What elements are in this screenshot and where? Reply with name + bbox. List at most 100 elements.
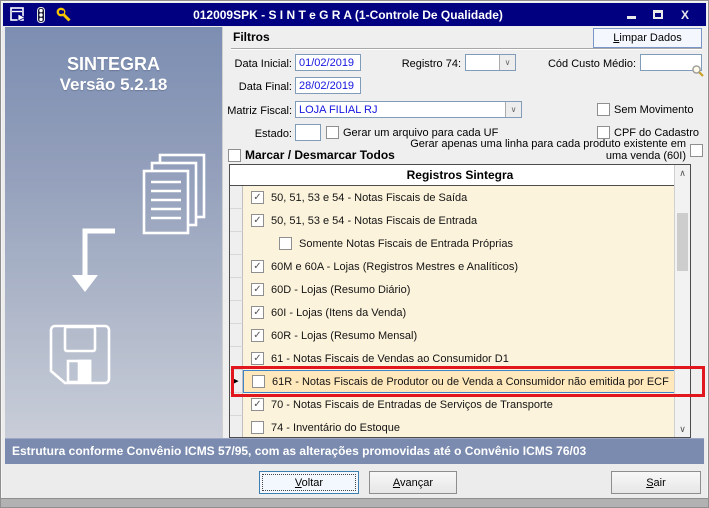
grid-header: Registros Sintegra [230,165,690,186]
vertical-scrollbar[interactable]: ∧ ∨ [674,165,690,437]
scrollbar-thumb[interactable] [677,213,688,271]
matriz-fiscal-select[interactable]: LOJA FILIAL RJ [295,101,522,118]
cod-custo-medio-label: Cód Custo Médio: [547,58,636,70]
sidebar-illustration [49,153,206,385]
registro-74-select[interactable] [465,54,516,71]
grid-row[interactable]: ✓ 61 - Notas Fiscais de Vendas ao Consumi… [230,347,690,370]
section-divider [231,48,702,50]
grid-row[interactable]: 74 - Inventário do Estoque [230,416,690,437]
grid-row[interactable]: ✓ 60M e 60A - Lojas (Registros Mestres e … [230,255,690,278]
window-title: 012009SPK - S I N T e G R A (1-Controle … [193,7,503,22]
linha-unica-60i-label: Gerar apenas uma linha para cada produto… [410,138,686,162]
matriz-fiscal-label: Matriz Fiscal: [227,105,292,117]
row-gutter [230,232,243,255]
down-arrow-icon [72,228,115,292]
grid-row[interactable]: Somente Notas Fiscais de Entrada Própria… [230,232,690,255]
scroll-up-icon[interactable]: ∧ [675,165,690,181]
grid-row[interactable]: ✓ 50, 51, 53 e 54 - Notas Fiscais de Entr… [230,209,690,232]
row-checkbox[interactable]: ✓ [251,398,264,411]
linha-unica-60i-checkbox[interactable]: Gerar apenas uma linha para cada produto… [402,138,703,163]
chevron-down-icon[interactable] [505,102,521,117]
sem-movimento-label: Sem Movimento [614,103,694,116]
filters-panel: Filtros Limpar Dados Data Inicial: Regis… [223,27,706,438]
marcar-desmarcar-todos-checkbox[interactable]: Marcar / Desmarcar Todos [228,148,395,162]
floppy-disk-icon [49,324,111,385]
minimize-icon [626,16,636,19]
row-checkbox[interactable] [279,237,292,250]
row-label: 61R - Notas Fiscais de Produtor ou de Ve… [272,375,669,388]
data-inicial-input[interactable] [295,54,361,71]
estado-input[interactable] [295,124,321,141]
title-bar-icons [3,6,72,23]
checkbox-box[interactable] [326,126,339,139]
grid-row[interactable]: ✓ 60D - Lojas (Resumo Diário) [230,278,690,301]
row-checkbox[interactable] [251,421,264,434]
grid-row[interactable]: ✓ 60R - Lojas (Resumo Mensal) [230,324,690,347]
wrench-icon[interactable] [56,7,72,23]
row-gutter [230,416,243,437]
grid-row[interactable]: ✓ 60I - Lojas (Itens da Venda) [230,301,690,324]
chevron-down-icon[interactable] [499,55,515,70]
row-gutter [230,393,243,416]
current-row-marker: ▶ [230,370,243,393]
row-gutter [230,324,243,347]
row-label: 74 - Inventário do Estoque [271,421,401,434]
row-checkbox[interactable]: ✓ [251,306,264,319]
data-final-input[interactable] [295,77,361,94]
sair-button[interactable]: Sair [611,471,701,494]
row-label: 61 - Notas Fiscais de Vendas ao Consumid… [271,352,509,365]
row-label: 60M e 60A - Lojas (Registros Mestres e A… [271,260,518,273]
row-gutter [230,209,243,232]
row-checkbox[interactable]: ✓ [251,352,264,365]
checkbox-box[interactable] [597,103,610,116]
status-bar: Estrutura conforme Convênio ICMS 57/95, … [5,438,704,464]
row-checkbox[interactable] [252,375,265,388]
row-label: 60D - Lojas (Resumo Diário) [271,283,411,296]
sem-movimento-checkbox[interactable]: Sem Movimento [597,103,693,116]
magnifier-icon[interactable] [691,64,704,77]
traffic-light-icon[interactable] [33,6,49,23]
row-label: 50, 51, 53 e 54 - Notas Fiscais de Entra… [271,214,478,227]
minimize-button[interactable] [624,8,638,22]
row-gutter [230,301,243,324]
close-button[interactable]: X [678,8,692,22]
maximize-button[interactable] [651,8,665,22]
row-checkbox[interactable]: ✓ [251,191,264,204]
maximize-icon [653,10,663,19]
gerar-arquivo-uf-label: Gerar um arquivo para cada UF [343,126,499,139]
row-gutter [230,278,243,301]
row-label: 60R - Lojas (Resumo Mensal) [271,329,418,342]
row-gutter [230,347,243,370]
limpar-dados-button[interactable]: Limpar Dados [593,28,702,48]
row-label: Somente Notas Fiscais de Entrada Própria… [299,237,513,250]
row-checkbox[interactable]: ✓ [251,283,264,296]
app-window: 012009SPK - S I N T e G R A (1-Controle … [0,0,709,508]
form-icon[interactable] [10,7,26,22]
row-label: 50, 51, 53 e 54 - Notas Fiscais de Saída [271,191,468,204]
window-controls: X [624,8,706,22]
marcar-desmarcar-todos-label: Marcar / Desmarcar Todos [245,148,395,162]
documents-stack-icon [142,153,206,235]
grid-row[interactable]: ✓ 50, 51, 53 e 54 - Notas Fiscais de Saíd… [230,186,690,209]
scroll-down-icon[interactable]: ∨ [675,421,690,437]
checkbox-box[interactable] [228,148,241,162]
grid-row[interactable]: ✓ 70 - Notas Fiscais de Entradas de Servi… [230,393,690,416]
data-final-label: Data Final: [238,81,292,93]
row-gutter [230,186,243,209]
cpf-do-cadastro-label: CPF do Cadastro [614,126,699,139]
row-checkbox[interactable]: ✓ [251,329,264,342]
grid-row[interactable]: ▶ 61R - Notas Fiscais de Produtor ou de V… [230,370,690,393]
row-label: 70 - Notas Fiscais de Entradas de Serviç… [271,398,553,411]
data-inicial-label: Data Inicial: [234,58,292,70]
voltar-button[interactable]: Voltar [259,471,359,494]
checkbox-box[interactable] [690,144,703,158]
grid-rows: ✓ 50, 51, 53 e 54 - Notas Fiscais de Saíd… [230,186,690,437]
registro-74-label: Registro 74: [401,58,461,70]
row-checkbox[interactable]: ✓ [251,214,264,227]
window-bottom-edge [1,498,708,507]
filters-section-title: Filtros [233,30,270,44]
row-checkbox[interactable]: ✓ [251,260,264,273]
row-gutter [230,255,243,278]
registros-grid: Registros Sintegra ✓ 50, 51, 53 e 54 - No… [229,164,691,438]
avancar-button[interactable]: Avançar [369,471,457,494]
